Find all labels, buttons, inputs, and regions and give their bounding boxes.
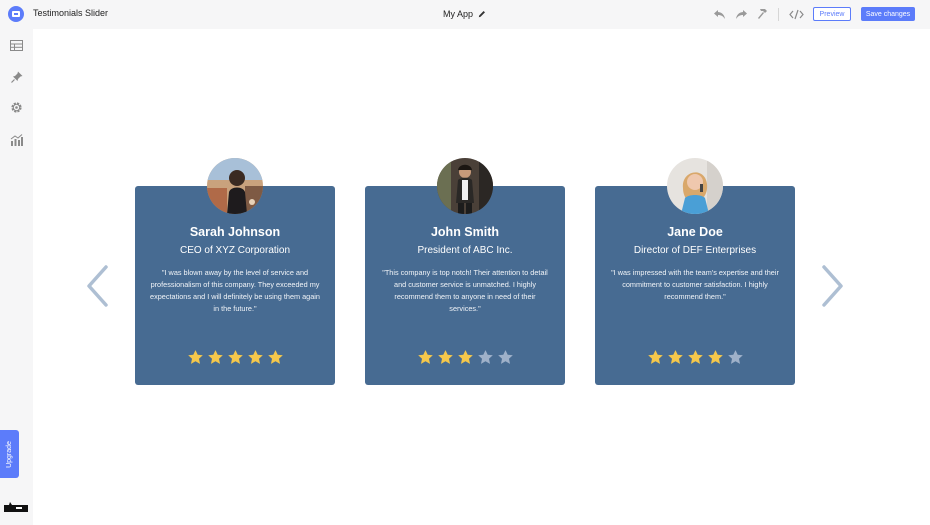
- star-empty-icon: [727, 350, 743, 364]
- hammer-icon[interactable]: [756, 7, 770, 21]
- star-filled-icon: [267, 350, 283, 364]
- star-filled-icon: [457, 350, 473, 364]
- app-title: Testimonials Slider: [33, 8, 109, 18]
- preview-button[interactable]: Preview: [813, 7, 851, 21]
- settings-gear-icon[interactable]: [9, 100, 24, 115]
- project-name[interactable]: My App: [443, 9, 486, 19]
- star-filled-icon: [437, 350, 453, 364]
- testimonial-quote: "I was blown away by the level of servic…: [150, 268, 320, 313]
- star-filled-icon: [227, 350, 243, 364]
- testimonial-card: Jane Doe Director of DEF Enterprises "I …: [595, 186, 795, 385]
- testimonial-role: Director of DEF Enterprises: [633, 245, 757, 256]
- testimonial-name: Sarah Johnson: [189, 225, 281, 239]
- layout-table-icon[interactable]: [9, 38, 24, 53]
- redo-icon[interactable]: [734, 7, 748, 21]
- star-empty-icon: [477, 350, 493, 364]
- testimonial-name: Jane Doe: [667, 225, 723, 239]
- top-bar: Testimonials Slider My App Preview Save …: [0, 0, 930, 29]
- brand-badge-icon: [4, 502, 28, 512]
- testimonial-card: Sarah Johnson CEO of XYZ Corporation "I …: [135, 186, 335, 385]
- star-filled-icon: [647, 350, 663, 364]
- star-filled-icon: [687, 350, 703, 364]
- avatar: [207, 158, 263, 214]
- upgrade-button[interactable]: Upgrade: [0, 430, 19, 478]
- previous-arrow-icon[interactable]: [84, 265, 110, 307]
- testimonial-card: John Smith President of ABC Inc. "This c…: [365, 186, 565, 385]
- star-filled-icon: [187, 350, 203, 364]
- toolbar-divider: [778, 8, 779, 21]
- next-arrow-icon[interactable]: [820, 265, 846, 307]
- testimonial-name: John Smith: [430, 225, 500, 239]
- star-filled-icon: [247, 350, 263, 364]
- pencil-icon[interactable]: [478, 10, 486, 18]
- star-rating: [135, 349, 335, 366]
- star-filled-icon: [207, 350, 223, 364]
- analytics-chart-icon[interactable]: [9, 132, 24, 147]
- star-filled-icon: [417, 350, 433, 364]
- testimonial-role: CEO of XYZ Corporation: [179, 245, 291, 256]
- testimonial-role: President of ABC Inc.: [417, 245, 513, 256]
- avatar: [667, 158, 723, 214]
- star-empty-icon: [497, 350, 513, 364]
- save-changes-button[interactable]: Save changes: [861, 7, 915, 21]
- code-icon[interactable]: [788, 7, 804, 21]
- star-filled-icon: [667, 350, 683, 364]
- app-logo-icon: [8, 6, 24, 22]
- testimonial-quote: "This company is top notch! Their attent…: [382, 268, 548, 313]
- star-rating: [595, 349, 795, 366]
- pin-icon[interactable]: [9, 69, 24, 84]
- star-rating: [365, 349, 565, 366]
- project-name-label: My App: [443, 9, 474, 19]
- upgrade-label: Upgrade: [6, 440, 14, 468]
- sidebar: Upgrade: [0, 29, 33, 525]
- testimonial-quote: "I was impressed with the team's experti…: [611, 268, 779, 301]
- avatar: [437, 158, 493, 214]
- undo-icon[interactable]: [712, 7, 726, 21]
- star-filled-icon: [707, 350, 723, 364]
